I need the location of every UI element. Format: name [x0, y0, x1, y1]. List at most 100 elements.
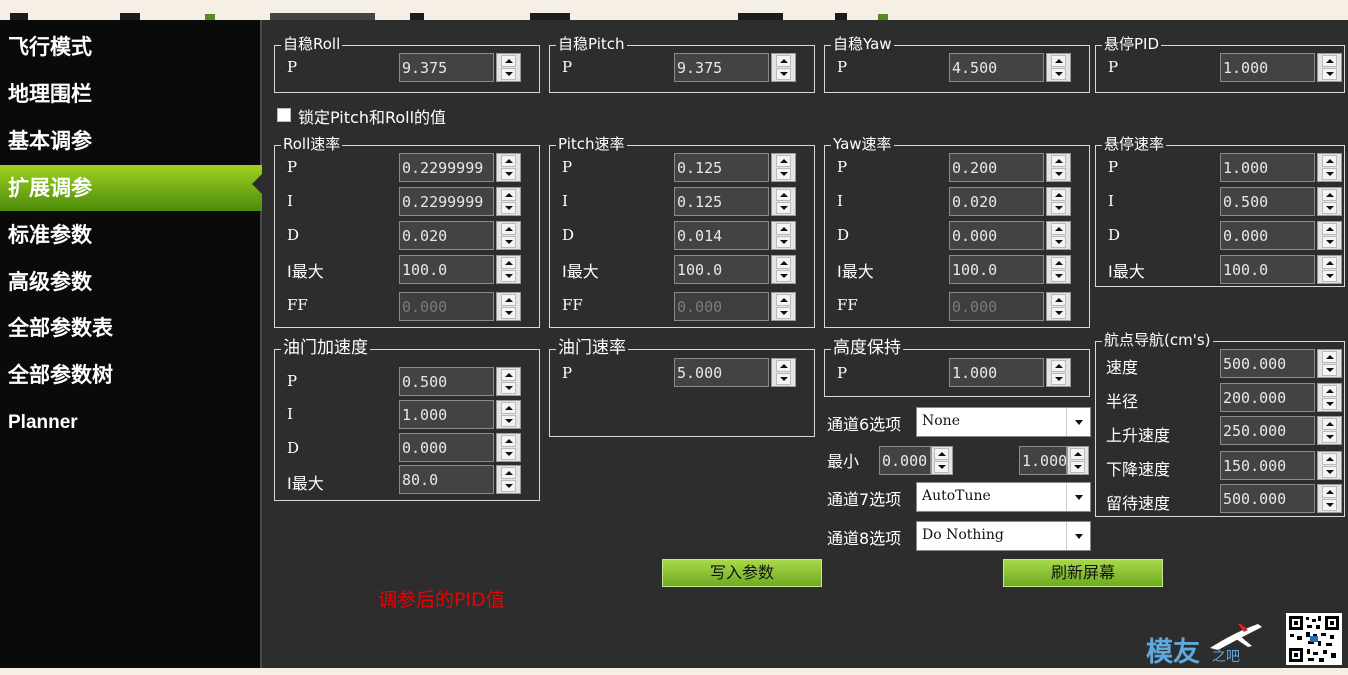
spinner-buttons[interactable]	[1317, 153, 1342, 182]
spin-down-icon[interactable]	[501, 168, 516, 180]
wpnav-radius-input[interactable]	[1220, 383, 1315, 412]
spin-up-icon[interactable]	[1051, 55, 1066, 67]
spin-down-icon[interactable]	[501, 382, 516, 394]
ch8-select[interactable]: Do Nothing	[916, 521, 1091, 551]
spinner-buttons[interactable]	[1317, 484, 1342, 513]
sidebar-item-basic-tuning[interactable]: 基本调参	[0, 118, 262, 164]
spin-down-icon[interactable]	[1322, 398, 1337, 410]
spin-down-icon[interactable]	[501, 480, 516, 492]
spin-up-icon[interactable]	[776, 223, 791, 235]
spin-down-icon[interactable]	[776, 68, 791, 80]
spinner-buttons[interactable]	[496, 433, 521, 462]
spinner-buttons[interactable]	[496, 53, 521, 82]
ch6-max-input[interactable]	[1019, 446, 1067, 475]
spinner-buttons[interactable]	[1317, 451, 1342, 480]
spin-up-icon[interactable]	[1322, 155, 1337, 167]
spinner-buttons[interactable]	[1046, 53, 1071, 82]
spinner-buttons[interactable]	[1046, 358, 1071, 387]
spinner-buttons[interactable]	[771, 255, 796, 284]
spinner-buttons[interactable]	[496, 255, 521, 284]
spinner-buttons[interactable]	[1067, 446, 1089, 475]
spin-down-icon[interactable]	[1051, 168, 1066, 180]
spin-down-icon[interactable]	[1051, 270, 1066, 282]
rate-roll-p-input[interactable]	[399, 153, 494, 182]
rate-yaw-i-input[interactable]	[949, 187, 1044, 216]
stab-yaw-p-input[interactable]	[949, 53, 1044, 82]
sidebar-item-full-param-tree[interactable]: 全部参数树	[0, 352, 262, 398]
spinner-buttons[interactable]	[1046, 221, 1071, 250]
loiter-rate-d-input[interactable]	[1220, 221, 1315, 250]
spin-down-icon[interactable]	[1051, 202, 1066, 214]
spinner-buttons[interactable]	[771, 187, 796, 216]
sidebar-item-standard-params[interactable]: 标准参数	[0, 212, 262, 258]
spin-down-icon[interactable]	[501, 448, 516, 460]
thr-accel-imax-input[interactable]	[399, 465, 494, 494]
spin-down-icon[interactable]	[1322, 202, 1337, 214]
thr-accel-i-input[interactable]	[399, 400, 494, 429]
spin-down-icon[interactable]	[934, 461, 949, 473]
spin-down-icon[interactable]	[1322, 466, 1337, 478]
spin-up-icon[interactable]	[1322, 418, 1337, 430]
spinner-buttons[interactable]	[496, 187, 521, 216]
chevron-down-icon[interactable]	[1066, 522, 1090, 550]
spinner-buttons[interactable]	[1046, 153, 1071, 182]
spin-up-icon[interactable]	[501, 55, 516, 67]
spinner-buttons[interactable]	[771, 221, 796, 250]
spin-down-icon[interactable]	[1070, 461, 1085, 473]
spin-up-icon[interactable]	[934, 448, 949, 460]
sidebar-item-advanced-params[interactable]: 高级参数	[0, 259, 262, 305]
spin-up-icon[interactable]	[1051, 360, 1066, 372]
spin-down-icon[interactable]	[776, 202, 791, 214]
spin-down-icon[interactable]	[776, 373, 791, 385]
spin-down-icon[interactable]	[1322, 168, 1337, 180]
spin-up-icon[interactable]	[501, 467, 516, 479]
spinner-buttons[interactable]	[1317, 221, 1342, 250]
wpnav-climb-input[interactable]	[1220, 416, 1315, 445]
spinner-buttons[interactable]	[771, 53, 796, 82]
spin-down-icon[interactable]	[1322, 236, 1337, 248]
spin-up-icon[interactable]	[1322, 486, 1337, 498]
spinner-buttons[interactable]	[771, 358, 796, 387]
rate-pitch-imax-input[interactable]	[674, 255, 769, 284]
spinner-buttons[interactable]	[496, 221, 521, 250]
spinner-buttons[interactable]	[771, 153, 796, 182]
spin-up-icon[interactable]	[776, 189, 791, 201]
spin-up-icon[interactable]	[501, 369, 516, 381]
rate-pitch-p-input[interactable]	[674, 153, 769, 182]
wpnav-speed-input[interactable]	[1220, 349, 1315, 378]
spin-down-icon[interactable]	[776, 270, 791, 282]
spin-up-icon[interactable]	[1070, 448, 1085, 460]
spin-up-icon[interactable]	[776, 55, 791, 67]
chevron-down-icon[interactable]	[1066, 483, 1090, 511]
spin-up-icon[interactable]	[1322, 257, 1337, 269]
spin-up-icon[interactable]	[776, 155, 791, 167]
spin-down-icon[interactable]	[501, 236, 516, 248]
ch6-select[interactable]: None	[916, 407, 1091, 437]
spin-up-icon[interactable]	[501, 155, 516, 167]
spinner-buttons[interactable]	[931, 446, 953, 475]
rate-roll-d-input[interactable]	[399, 221, 494, 250]
alt-hold-p-input[interactable]	[949, 358, 1044, 387]
spinner-buttons[interactable]	[1046, 187, 1071, 216]
spin-up-icon[interactable]	[501, 435, 516, 447]
stab-pitch-p-input[interactable]	[674, 53, 769, 82]
lock-pitch-roll-checkbox[interactable]	[277, 108, 291, 122]
write-params-button[interactable]: 写入参数	[662, 559, 822, 587]
spin-up-icon[interactable]	[501, 402, 516, 414]
spinner-buttons[interactable]	[1317, 349, 1342, 378]
chevron-down-icon[interactable]	[1066, 408, 1090, 436]
spin-up-icon[interactable]	[1322, 385, 1337, 397]
spin-down-icon[interactable]	[501, 68, 516, 80]
spin-up-icon[interactable]	[776, 360, 791, 372]
refresh-screen-button[interactable]: 刷新屏幕	[1003, 559, 1163, 587]
wpnav-descent-input[interactable]	[1220, 451, 1315, 480]
spin-up-icon[interactable]	[776, 257, 791, 269]
spinner-buttons[interactable]	[1317, 255, 1342, 284]
spin-down-icon[interactable]	[1322, 270, 1337, 282]
spin-down-icon[interactable]	[501, 415, 516, 427]
rate-pitch-i-input[interactable]	[674, 187, 769, 216]
spinner-buttons[interactable]	[496, 400, 521, 429]
loiter-rate-p-input[interactable]	[1220, 153, 1315, 182]
thr-accel-p-input[interactable]	[399, 367, 494, 396]
spinner-buttons[interactable]	[1317, 53, 1342, 82]
